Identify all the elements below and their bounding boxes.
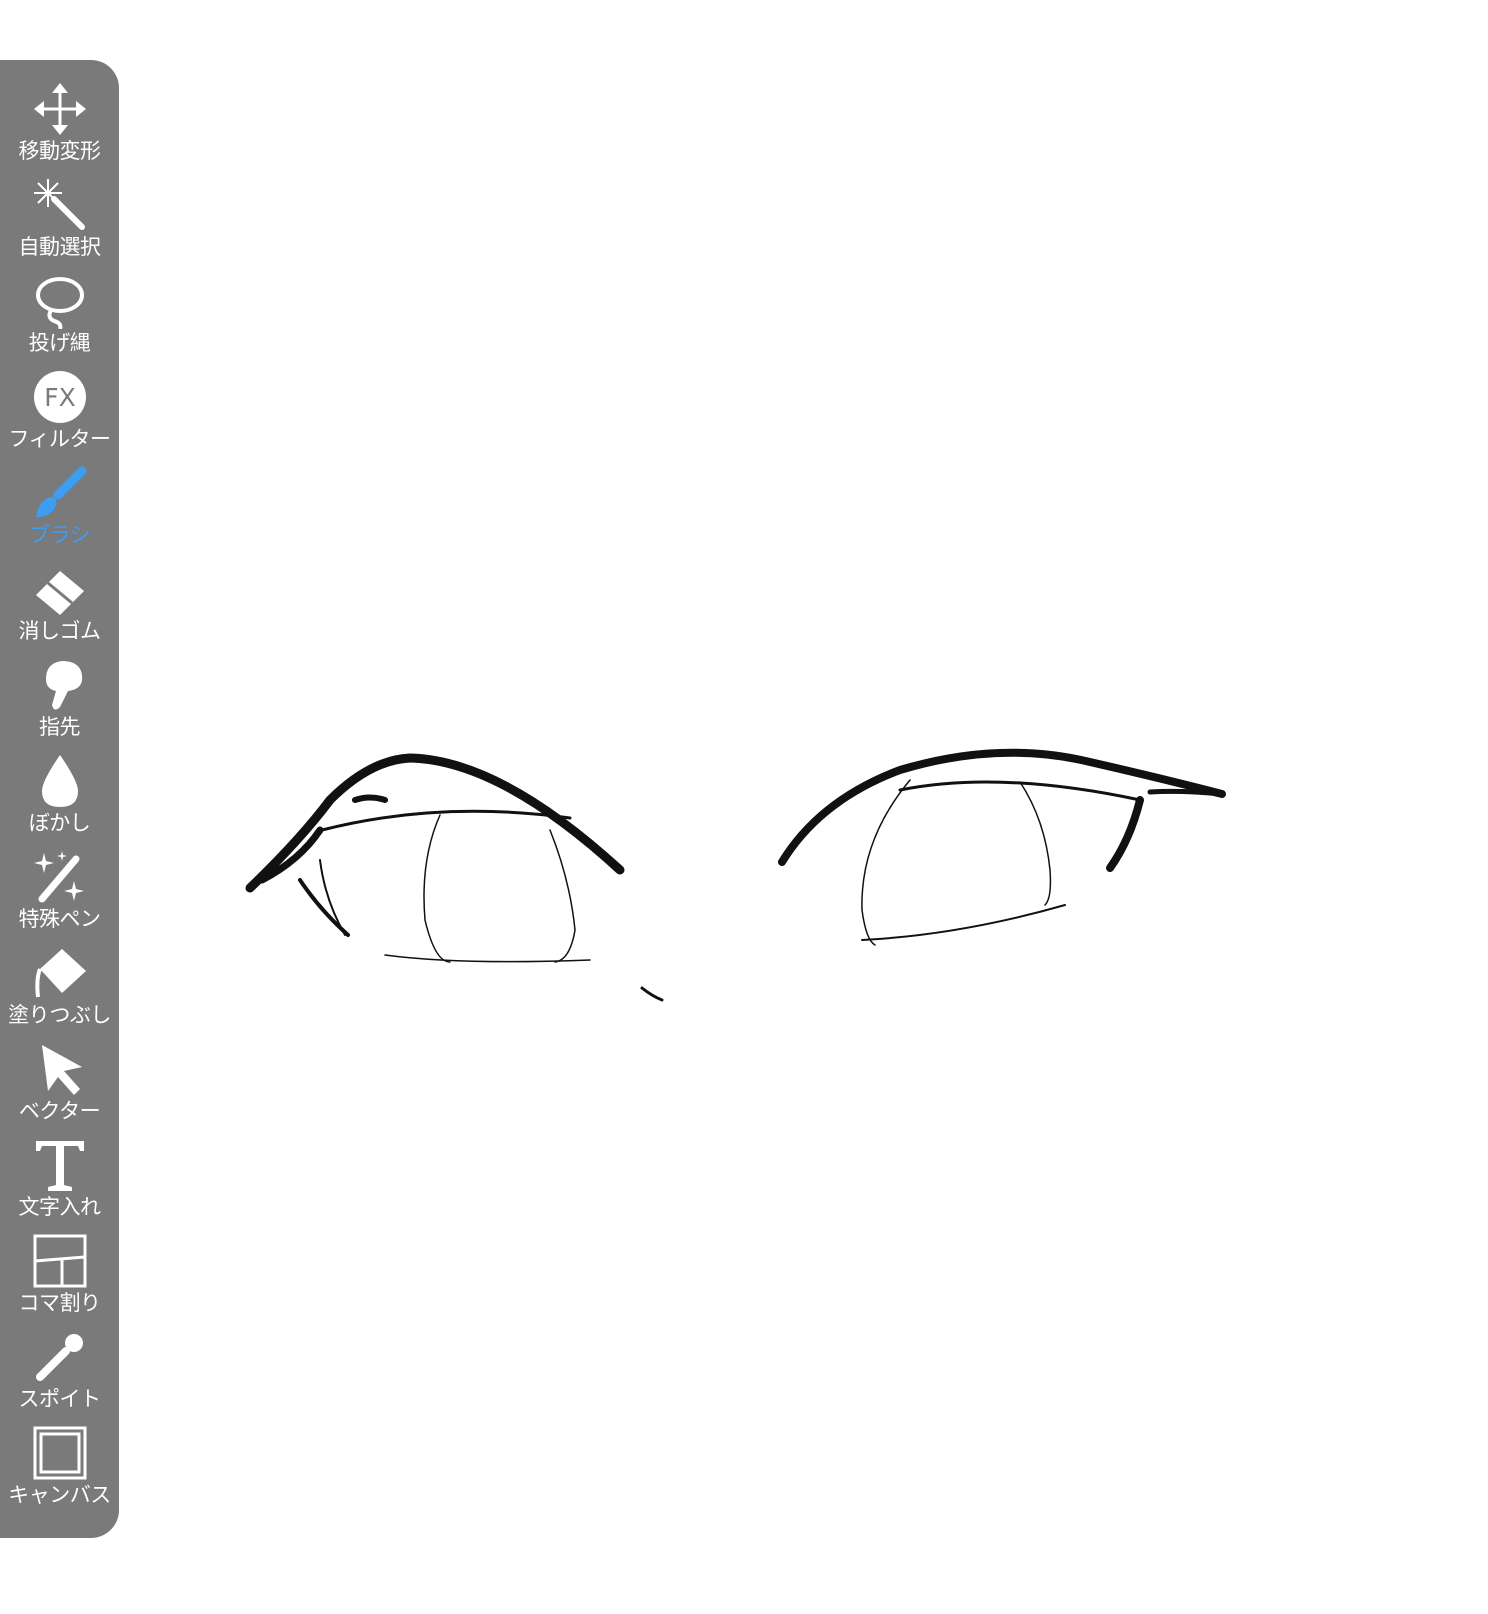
tool-label: キャンバス bbox=[8, 1483, 111, 1507]
tool-canvas[interactable]: キャンバス bbox=[0, 1424, 119, 1520]
magic-wand-icon bbox=[30, 176, 90, 234]
eraser-icon bbox=[30, 560, 90, 618]
tool-label: 指先 bbox=[39, 715, 81, 739]
eyedropper-icon bbox=[30, 1328, 90, 1386]
tool-label: 特殊ペン bbox=[18, 907, 102, 931]
tool-label: スポイト bbox=[18, 1387, 102, 1411]
tool-fill[interactable]: 塗りつぶし bbox=[0, 944, 119, 1040]
move-arrows-icon bbox=[30, 80, 90, 138]
tool-auto-select[interactable]: 自動選択 bbox=[0, 176, 119, 272]
tool-blur[interactable]: ぼかし bbox=[0, 752, 119, 848]
tool-filter[interactable]: FX フィルター bbox=[0, 368, 119, 464]
tool-eyedropper[interactable]: スポイト bbox=[0, 1328, 119, 1424]
tool-label: 文字入れ bbox=[18, 1195, 102, 1219]
tool-special-pen[interactable]: 特殊ペン bbox=[0, 848, 119, 944]
finger-icon bbox=[30, 656, 90, 714]
tool-label: ベクター bbox=[18, 1099, 101, 1123]
canvas-frame-icon bbox=[30, 1424, 90, 1482]
tool-sidebar: 移動変形 自動選択 投げ縄 FX フィルター ブラシ 消しゴム 指先 ぼかし 特… bbox=[0, 60, 119, 1538]
tool-label: 投げ縄 bbox=[28, 331, 91, 355]
paint-bucket-icon bbox=[30, 944, 90, 1002]
tool-label: 消しゴム bbox=[18, 619, 102, 643]
vector-cursor-icon bbox=[30, 1040, 90, 1098]
fx-icon: FX bbox=[30, 368, 90, 426]
tool-panel-layout[interactable]: コマ割り bbox=[0, 1232, 119, 1328]
text-t-icon bbox=[30, 1136, 90, 1194]
tool-label: 塗りつぶし bbox=[8, 1003, 111, 1027]
svg-text:FX: FX bbox=[44, 383, 76, 412]
tool-text[interactable]: 文字入れ bbox=[0, 1136, 119, 1232]
tool-move-transform[interactable]: 移動変形 bbox=[0, 80, 119, 176]
tool-label: 移動変形 bbox=[18, 139, 102, 163]
app-window: 移動変形 自動選択 投げ縄 FX フィルター ブラシ 消しゴム 指先 ぼかし 特… bbox=[0, 0, 1488, 1614]
tool-label: 自動選択 bbox=[18, 235, 102, 259]
tool-brush[interactable]: ブラシ bbox=[0, 464, 119, 560]
lasso-icon bbox=[30, 272, 90, 330]
tool-lasso[interactable]: 投げ縄 bbox=[0, 272, 119, 368]
drawing-canvas[interactable] bbox=[119, 0, 1488, 1614]
sparkle-pen-icon bbox=[30, 848, 90, 906]
brush-icon bbox=[30, 464, 90, 522]
drop-icon bbox=[30, 752, 90, 810]
eye-sketch-artwork bbox=[245, 748, 1226, 1002]
panel-grid-icon bbox=[30, 1232, 90, 1290]
tool-label: ぼかし bbox=[28, 811, 91, 835]
tool-eraser[interactable]: 消しゴム bbox=[0, 560, 119, 656]
tool-label: コマ割り bbox=[18, 1291, 102, 1315]
tool-finger[interactable]: 指先 bbox=[0, 656, 119, 752]
tool-label: フィルター bbox=[8, 427, 111, 451]
tool-label: ブラシ bbox=[28, 523, 91, 547]
tool-vector[interactable]: ベクター bbox=[0, 1040, 119, 1136]
